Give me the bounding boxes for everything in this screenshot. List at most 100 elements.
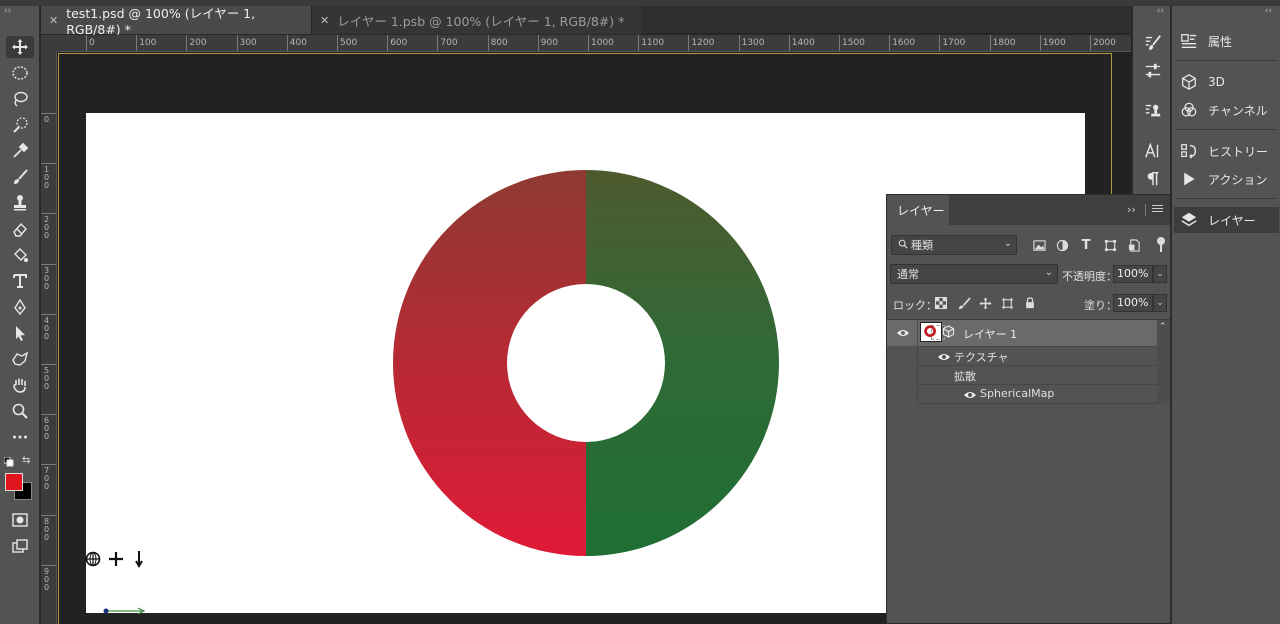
brush-tool-icon[interactable] xyxy=(6,166,34,188)
eraser-tool-icon[interactable] xyxy=(6,218,34,240)
layers-scrollbar[interactable]: ⌃ xyxy=(1157,320,1170,404)
adjustment-filter-icon[interactable] xyxy=(1054,237,1070,253)
layer-sub-row-sphericalmap[interactable]: SphericalMap xyxy=(918,384,1157,403)
smart-object-filter-icon[interactable] xyxy=(1126,237,1142,253)
panel-item-history[interactable]: ヒストリー xyxy=(1178,138,1278,164)
close-icon[interactable]: ✕ xyxy=(49,14,58,27)
visibility-eye-icon[interactable] xyxy=(937,352,951,362)
tab-test1-psd[interactable]: ✕ test1.psd @ 100% (レイヤー 1, RGB/8#) * xyxy=(41,6,311,37)
opacity-label: 不透明度： xyxy=(1062,270,1117,283)
image-filter-icon[interactable] xyxy=(1031,237,1047,253)
screen-mode-icon[interactable] xyxy=(6,535,34,557)
ruler-tick-label: 1700 xyxy=(939,35,965,51)
foreground-color-swatch[interactable] xyxy=(5,473,23,491)
shape-tool-icon[interactable] xyxy=(6,348,34,370)
zoom-tool-icon[interactable] xyxy=(6,400,34,422)
ruler-tick-label: 200 xyxy=(186,35,207,51)
layer-thumbnail[interactable] xyxy=(920,322,945,342)
play-icon xyxy=(1178,169,1200,189)
marquee-tool-icon[interactable] xyxy=(6,62,34,84)
stamp-tool-icon[interactable] xyxy=(6,192,34,214)
close-icon[interactable]: ✕ xyxy=(320,14,329,27)
panel-item-label: アクション xyxy=(1208,172,1268,187)
layer-name[interactable]: レイヤー 1 xyxy=(963,326,1017,342)
panel-item-3d[interactable]: 3D xyxy=(1178,69,1278,95)
scroll-up-icon[interactable]: ⌃ xyxy=(1159,322,1167,332)
move-tool-icon[interactable] xyxy=(6,36,34,58)
diffuse-label: 拡散 xyxy=(954,370,976,383)
layer-row[interactable]: レイヤー 1 xyxy=(887,320,1157,346)
paint-bucket-tool-icon[interactable] xyxy=(6,244,34,266)
panel-menu-icon[interactable] xyxy=(1152,205,1163,214)
filter-kind-value: 種類 xyxy=(911,239,933,252)
type-filter-icon[interactable]: T xyxy=(1078,237,1094,253)
panel-item-properties[interactable]: 属性 xyxy=(1178,28,1278,54)
ruler-tick-label: 1500 xyxy=(839,35,865,51)
paragraph-icon[interactable] xyxy=(1142,168,1164,190)
collapsed-panel-list: ‹‹ 属性 3D チャンネル ヒストリー アクション レイヤー xyxy=(1171,6,1280,624)
ruler-tick-label: 100 xyxy=(136,35,156,51)
layer-sub-row-texture[interactable]: テクスチャ xyxy=(918,346,1157,365)
ruler-tick-label: 900 xyxy=(537,35,558,51)
lock-position-icon[interactable] xyxy=(977,295,993,311)
ruler-tick-label: 800 xyxy=(41,514,56,541)
tab-layers[interactable]: レイヤー xyxy=(887,195,949,225)
panel-separator xyxy=(1176,129,1276,130)
ruler-tick-label: 1300 xyxy=(738,35,765,51)
filter-toggle-icon[interactable] xyxy=(1157,237,1165,245)
panel-item-label: レイヤー xyxy=(1208,213,1256,228)
panel-list-collapse-button[interactable]: ‹‹ xyxy=(1265,6,1272,16)
opacity-dropdown-icon[interactable]: ⌄ xyxy=(1153,265,1167,283)
character-icon[interactable] xyxy=(1142,140,1164,162)
visibility-eye-icon[interactable] xyxy=(896,328,910,338)
default-colors-icon[interactable] xyxy=(3,456,14,467)
blend-mode-select[interactable]: 通常 ⌄ xyxy=(890,264,1058,284)
eyedropper-tool-icon[interactable] xyxy=(6,140,34,162)
divider xyxy=(917,320,918,346)
texture-label: テクスチャ xyxy=(954,351,1009,364)
toolbar-collapse-button[interactable]: ›› xyxy=(4,6,11,16)
clone-source-icon[interactable] xyxy=(1142,100,1164,122)
panel-item-layers[interactable]: レイヤー xyxy=(1174,207,1279,233)
panel-item-actions[interactable]: アクション xyxy=(1178,166,1278,192)
visibility-eye-icon[interactable] xyxy=(963,390,977,400)
fill-input[interactable]: 100% xyxy=(1113,294,1153,312)
sphericalmap-label[interactable]: SphericalMap xyxy=(980,387,1054,400)
quick-mask-icon[interactable] xyxy=(6,509,34,531)
pen-tool-icon[interactable] xyxy=(6,296,34,318)
layers-panel: レイヤー ›› 種類 ⌄ T 通常 ⌄ 不透明度： 100% ⌄ ロック： 塗り… xyxy=(886,194,1171,624)
lock-image-pixels-icon[interactable] xyxy=(956,295,972,311)
horizontal-ruler: 0 100 200 300 400 500 600 700 800 900 1000 1100 1200… xyxy=(57,35,1131,52)
panel-item-channels[interactable]: チャンネル xyxy=(1178,97,1278,123)
lock-transparent-pixels-icon[interactable] xyxy=(933,295,949,311)
panel-separator xyxy=(1176,60,1276,61)
ruler-tick-label: 2000 xyxy=(1090,35,1116,51)
3d-layer-badge-icon xyxy=(942,325,956,339)
more-tools-icon[interactable] xyxy=(6,426,34,448)
channels-icon xyxy=(1178,100,1200,120)
hand-tool-icon[interactable] xyxy=(6,374,34,396)
opacity-input[interactable]: 100% xyxy=(1113,265,1153,283)
swap-colors-icon[interactable]: ⇆ xyxy=(22,455,34,467)
ruler-tick-label: 900 xyxy=(41,564,56,591)
ruler-tick-label: 0 xyxy=(41,113,56,124)
lock-all-icon[interactable] xyxy=(1022,295,1038,311)
shape-filter-icon[interactable] xyxy=(1102,237,1118,253)
type-tool-icon[interactable] xyxy=(6,270,34,292)
icon-column-collapse-button[interactable]: ‹‹ xyxy=(1157,6,1164,16)
ruler-tick-label: 300 xyxy=(236,35,257,51)
layer-sub-row-diffuse[interactable]: 拡散 xyxy=(918,365,1157,384)
path-select-tool-icon[interactable] xyxy=(6,322,34,344)
tab-layer1-psb[interactable]: ✕ レイヤー 1.psb @ 100% (レイヤー 1, RGB/8#) * xyxy=(311,6,641,34)
lasso-tool-icon[interactable] xyxy=(6,88,34,110)
ruler-tick-label: 700 xyxy=(41,464,56,491)
blend-mode-value: 通常 xyxy=(897,268,919,281)
layers-panel-collapse-button[interactable]: ›› xyxy=(1127,203,1136,216)
filter-kind-select[interactable]: 種類 ⌄ xyxy=(891,235,1017,255)
fill-dropdown-icon[interactable]: ⌄ xyxy=(1153,294,1167,312)
quick-select-tool-icon[interactable] xyxy=(6,114,34,136)
lock-artboard-icon[interactable] xyxy=(999,295,1015,311)
adjustments-sliders-icon[interactable] xyxy=(1142,60,1164,82)
ruler-tick-label: 200 xyxy=(41,213,56,240)
brush-settings-icon[interactable] xyxy=(1142,32,1164,54)
